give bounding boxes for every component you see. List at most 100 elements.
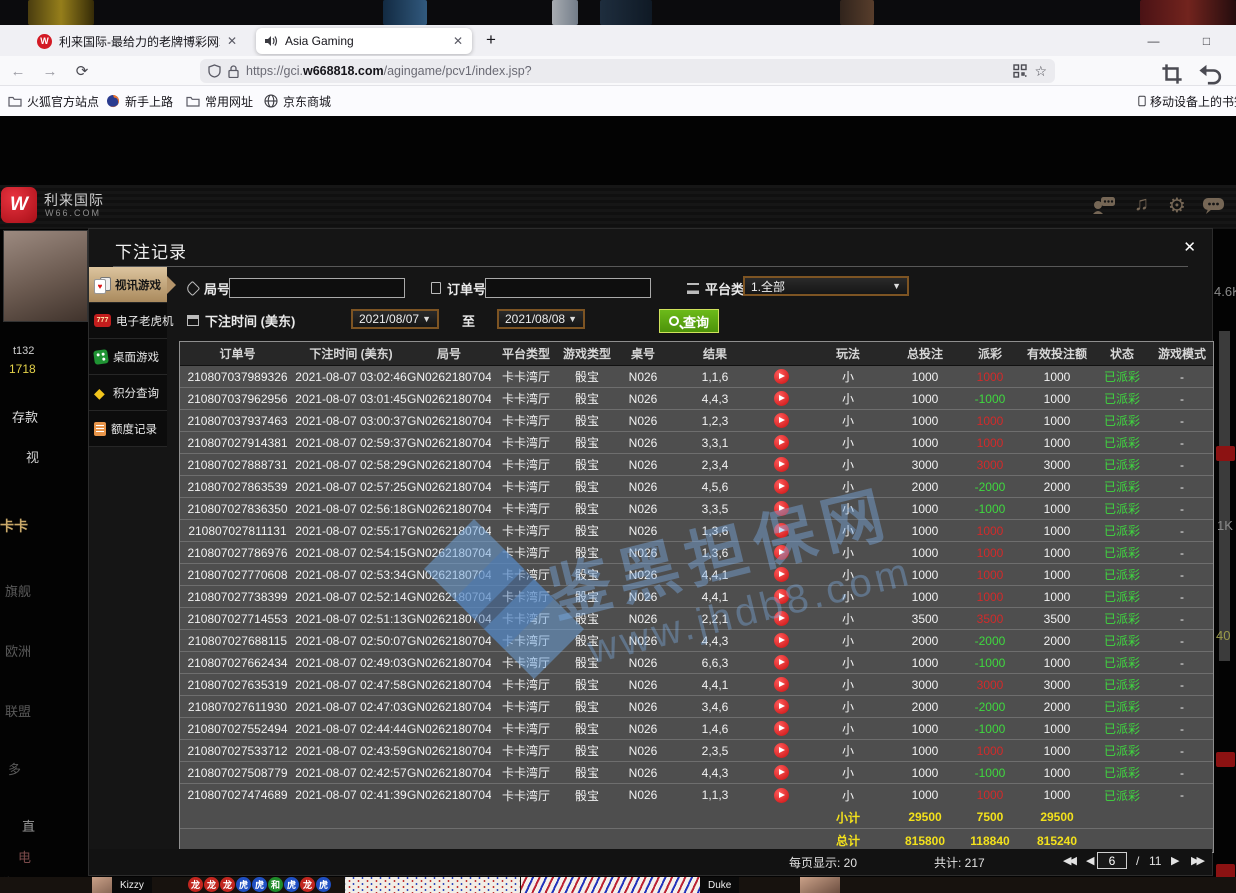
settings-gear-icon[interactable]: ⚙ (1168, 193, 1186, 218)
replay-cell (757, 589, 805, 604)
date-from-select[interactable]: 2021/08/07 ▼ (351, 309, 439, 329)
undo-arrow-icon[interactable] (1198, 63, 1222, 85)
col-header: 玩法 (805, 345, 891, 362)
back-button[interactable]: ← (6, 60, 30, 82)
result-cell: 1,4,6 (673, 722, 757, 736)
replay-icon[interactable] (774, 633, 789, 648)
derived-road (521, 877, 701, 893)
total-bet-cell: 1000 (891, 656, 959, 670)
table-row: 210807037962956 2021-08-07 03:01:45 GN02… (180, 388, 1213, 410)
bet-time-cell: 2021-08-07 03:02:46 (295, 370, 407, 384)
forward-button[interactable]: → (38, 60, 62, 82)
round-no-input[interactable] (229, 278, 405, 298)
close-tab-icon[interactable]: ✕ (453, 34, 463, 48)
screenshot-crop-icon[interactable] (1160, 63, 1184, 85)
replay-icon[interactable] (774, 567, 789, 582)
replay-icon[interactable] (774, 589, 789, 604)
game-type-cell: 骰宝 (561, 412, 613, 429)
replay-icon[interactable] (774, 788, 789, 803)
bookmark-item[interactable]: 新手上路 (106, 86, 173, 116)
replay-cell (757, 787, 805, 802)
next-page-button[interactable]: ▶ (1171, 854, 1176, 867)
replay-icon[interactable] (774, 677, 789, 692)
order-no-cell: 210807027786976 (180, 546, 295, 560)
total-bet-cell: 1000 (891, 392, 959, 406)
close-tab-icon[interactable]: ✕ (227, 34, 237, 48)
last-page-button[interactable]: ▶▶ (1191, 854, 1202, 867)
window-minimize-button[interactable]: — (1131, 25, 1176, 56)
sidebar-item-table-games[interactable]: 桌面游戏 (89, 339, 167, 375)
replay-icon[interactable] (774, 523, 789, 538)
platform-cell: 卡卡湾厅 (491, 698, 561, 715)
game-type-cell: 骰宝 (561, 787, 613, 804)
first-page-button[interactable]: ◀◀ (1063, 854, 1074, 867)
replay-icon[interactable] (774, 435, 789, 450)
sidebar-item-video-games[interactable]: 视讯游戏 (89, 267, 167, 303)
replay-icon[interactable] (774, 545, 789, 560)
background-thumbnail (600, 0, 652, 25)
status-cell: 已派彩 (1093, 742, 1151, 759)
replay-icon[interactable] (774, 391, 789, 406)
red-badge (1216, 446, 1235, 461)
total-bet-cell: 1000 (891, 502, 959, 516)
sidebar-item-slots[interactable]: 777 电子老虎机 (89, 303, 167, 339)
order-no-input[interactable] (485, 278, 651, 298)
window-maximize-button[interactable]: □ (1184, 25, 1229, 56)
game-type-cell: 骰宝 (561, 500, 613, 517)
replay-icon[interactable] (774, 721, 789, 736)
url-bar[interactable]: https://gci.w668818.com/agingame/pcv1/in… (200, 59, 1055, 83)
tab-asia-gaming[interactable]: Asia Gaming ✕ (256, 28, 472, 54)
game-type-cell: 骰宝 (561, 544, 613, 561)
replay-icon[interactable] (774, 413, 789, 428)
valid-bet-cell: 1000 (1021, 722, 1093, 736)
sidebar-item-label: 桌面游戏 (113, 349, 159, 365)
replay-icon[interactable] (774, 655, 789, 670)
valid-bet-cell: 1000 (1021, 744, 1093, 758)
site-logo[interactable]: W (1, 187, 37, 223)
replay-icon[interactable] (774, 369, 789, 384)
mobile-bookmarks-item[interactable]: 移动设备上的书签 (1138, 86, 1236, 116)
tab-w88[interactable]: W 利来国际-最给力的老牌博彩网站 ✕ (28, 28, 246, 54)
page-number-input[interactable]: 6 (1097, 852, 1127, 869)
replay-icon[interactable] (774, 699, 789, 714)
table-row: 210807027836350 2021-08-07 02:56:18 GN02… (180, 498, 1213, 520)
result-cell: 2,2,1 (673, 612, 757, 626)
query-button[interactable]: 查询 (659, 309, 719, 333)
game-mode-cell: - (1151, 370, 1213, 384)
user-avatar (3, 230, 88, 322)
replay-cell (757, 391, 805, 406)
game-mode-cell: - (1151, 524, 1213, 538)
replay-icon[interactable] (774, 743, 789, 758)
table-row: 210807027688115 2021-08-07 02:50:07 GN02… (180, 630, 1213, 652)
bookmark-item[interactable]: 京东商城 (264, 86, 331, 116)
customer-service-icon[interactable] (1092, 196, 1116, 215)
chat-bubble-icon[interactable] (1202, 197, 1225, 215)
music-icon[interactable]: ♫ (1134, 193, 1149, 216)
date-to-select[interactable]: 2021/08/08 ▼ (497, 309, 585, 329)
replay-icon[interactable] (774, 765, 789, 780)
qr-code-icon[interactable] (1013, 64, 1027, 78)
bookmark-item[interactable]: 常用网址 (186, 86, 253, 116)
bookmark-item[interactable]: 火狐官方站点 (8, 86, 99, 116)
bet-time-cell: 2021-08-07 02:47:03 (295, 700, 407, 714)
bookmark-star-icon[interactable]: ☆ (1034, 63, 1047, 80)
tab-title: 利来国际-最给力的老牌博彩网站 (59, 33, 220, 50)
col-header: 平台类型 (491, 345, 561, 362)
platform-cell: 卡卡湾厅 (491, 566, 561, 583)
prev-page-button[interactable]: ◀ (1086, 854, 1091, 867)
bet-time-cell: 2021-08-07 02:47:58 (295, 678, 407, 692)
sidebar-item-points[interactable]: ◆ 积分查询 (89, 375, 167, 411)
replay-icon[interactable] (774, 479, 789, 494)
order-no-cell: 210807027914381 (180, 436, 295, 450)
game-type-cell: 骰宝 (561, 434, 613, 451)
replay-icon[interactable] (774, 457, 789, 472)
replay-icon[interactable] (774, 501, 789, 516)
new-tab-button[interactable]: + (486, 30, 496, 50)
replay-icon[interactable] (774, 611, 789, 626)
total-bet-cell: 3000 (891, 458, 959, 472)
reload-button[interactable]: ⟳ (70, 60, 94, 82)
platform-type-select[interactable]: 1.全部 ▼ (743, 276, 909, 296)
status-cell: 已派彩 (1093, 456, 1151, 473)
modal-close-button[interactable]: ✕ (1183, 238, 1196, 256)
sidebar-item-quota-records[interactable]: 额度记录 (89, 411, 167, 447)
